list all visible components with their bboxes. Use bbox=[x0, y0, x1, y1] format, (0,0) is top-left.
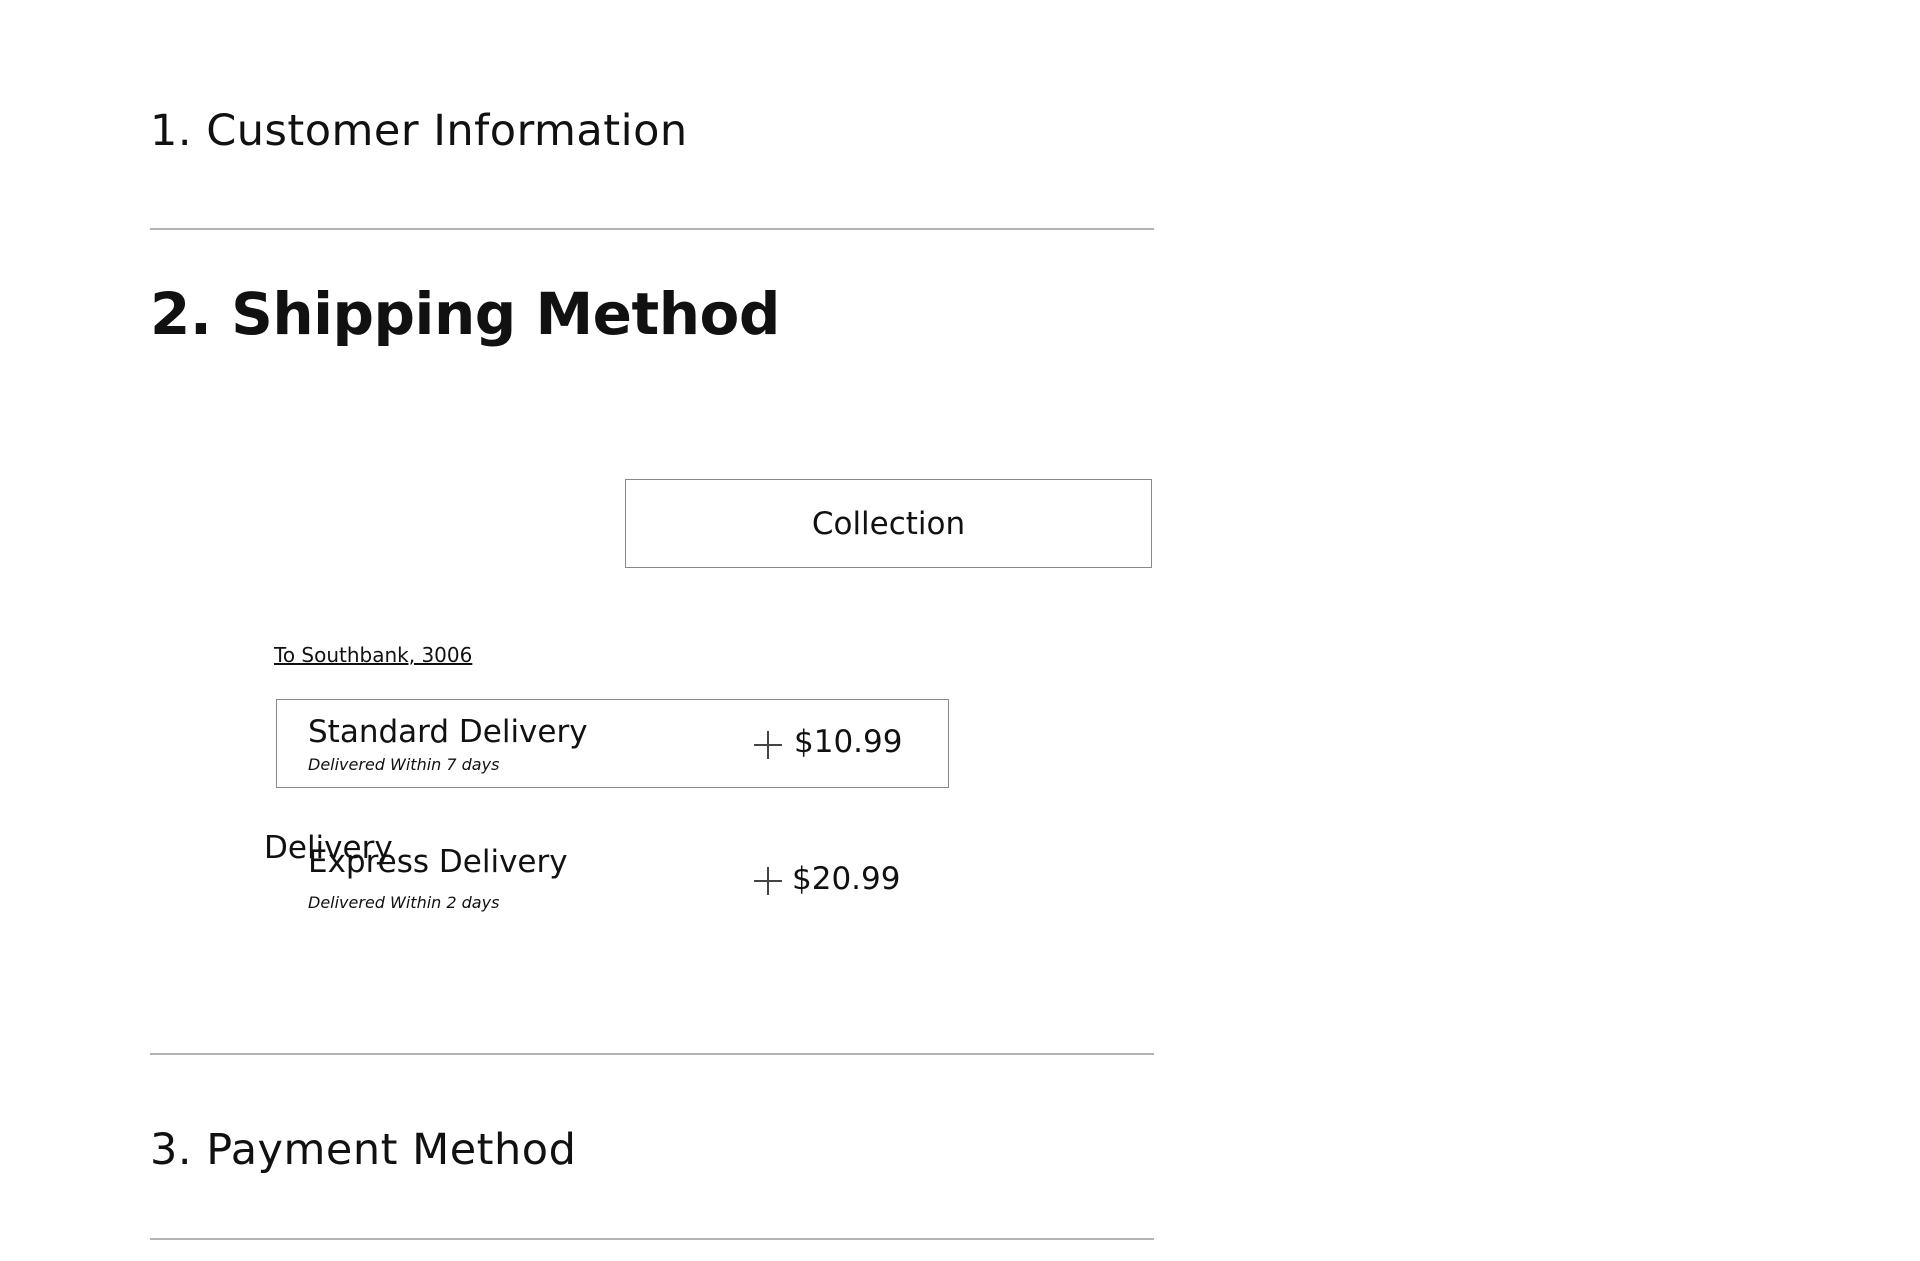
option-subtitle: Delivered Within 2 days bbox=[308, 893, 500, 912]
option-price: $10.99 bbox=[794, 724, 903, 760]
section-title-customer-information[interactable]: 1. Customer Information bbox=[150, 106, 688, 156]
option-subtitle: Delivered Within 7 days bbox=[308, 755, 500, 774]
option-price: $20.99 bbox=[792, 861, 901, 897]
delivery-tab-label[interactable]: Delivery bbox=[264, 830, 393, 866]
section-title-payment-method[interactable]: 3. Payment Method bbox=[150, 1125, 576, 1175]
section-title-shipping-method: 2. Shipping Method bbox=[150, 280, 780, 348]
divider bbox=[150, 228, 1154, 230]
delivery-location-link[interactable]: To Southbank, 3006 bbox=[274, 643, 472, 667]
checkout-page: 1. Customer Information 2. Shipping Meth… bbox=[0, 0, 1920, 1261]
divider bbox=[150, 1053, 1154, 1055]
option-name: Standard Delivery bbox=[308, 714, 588, 750]
divider bbox=[150, 1238, 1154, 1240]
collection-button[interactable]: Collection bbox=[625, 479, 1152, 568]
plus-icon bbox=[754, 731, 782, 759]
plus-icon bbox=[754, 867, 782, 895]
shipping-option-standard[interactable]: Standard Delivery Delivered Within 7 day… bbox=[276, 699, 949, 788]
